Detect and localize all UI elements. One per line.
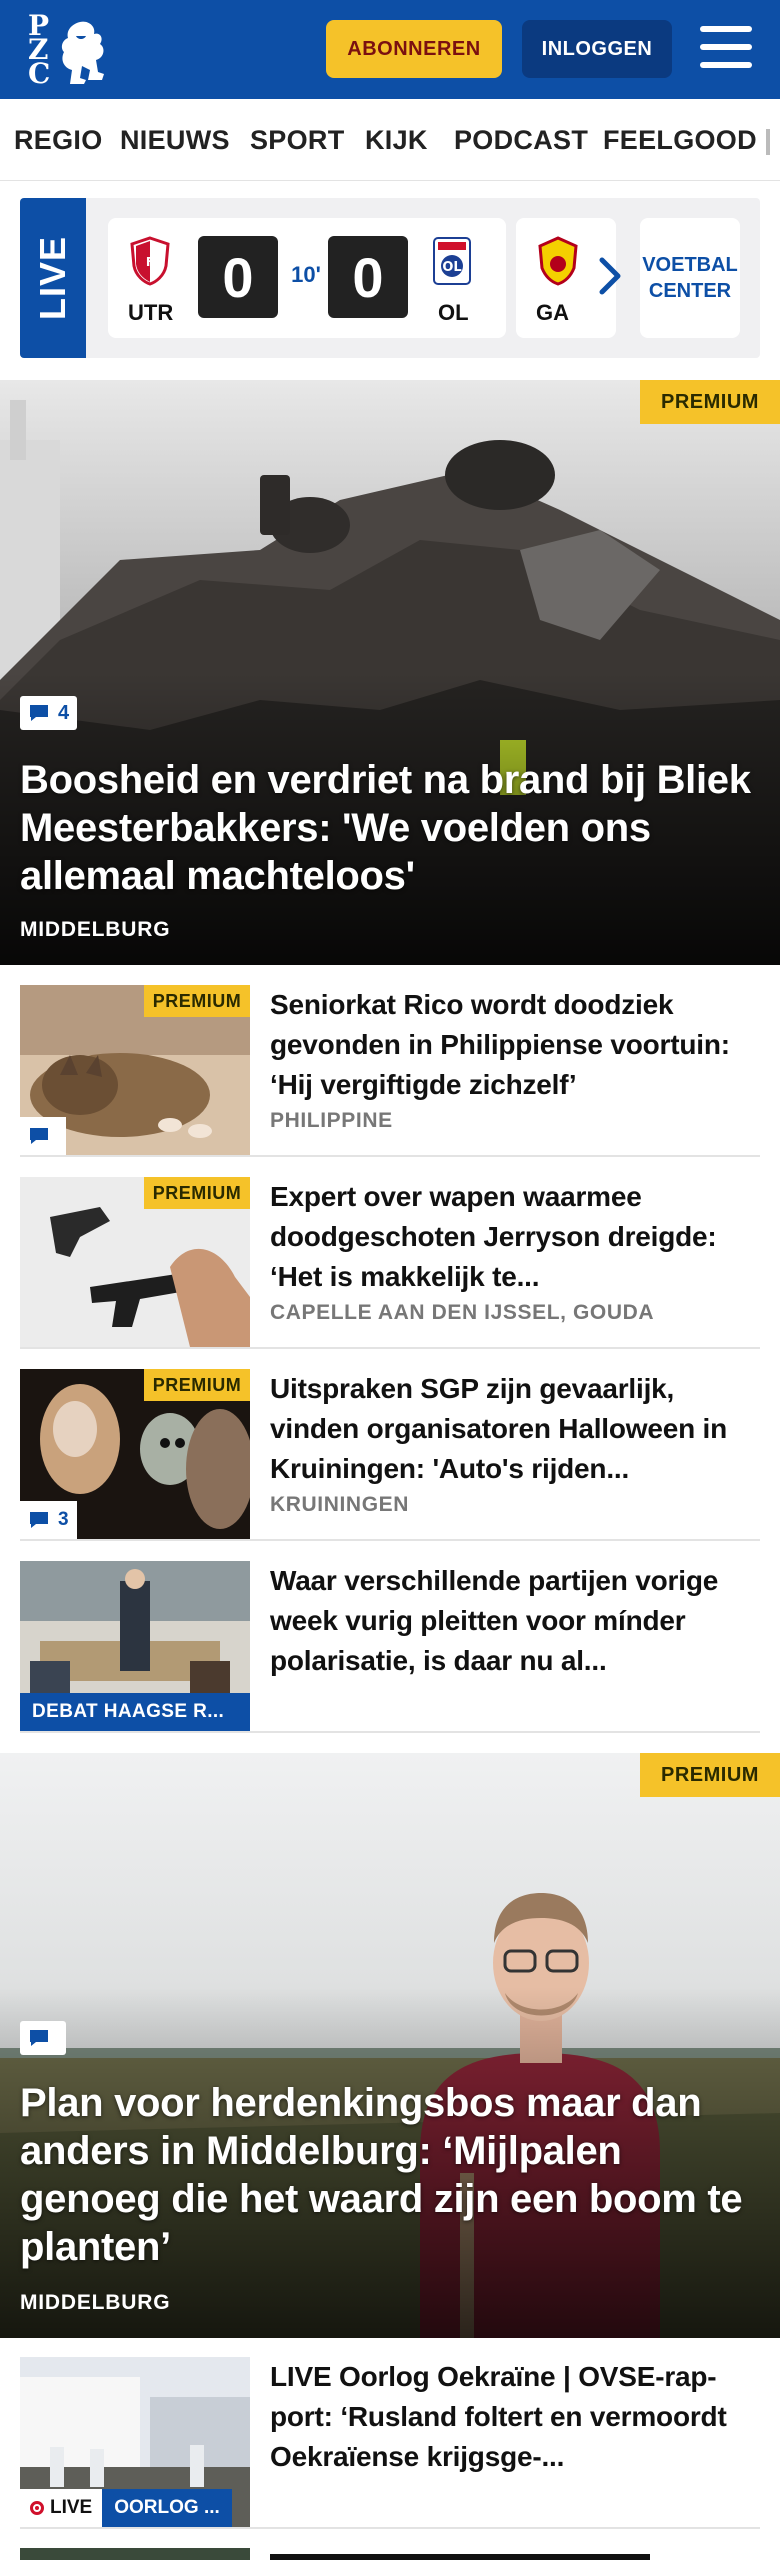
article-location: PHILIPPINE bbox=[270, 1109, 393, 1132]
live-tag: LIVE bbox=[20, 198, 86, 358]
article-thumbnail: DEBAT HAAGSE R... bbox=[20, 1561, 250, 1731]
nav-item-feelgood[interactable]: FEELGOOD bbox=[603, 125, 757, 156]
pzc-logo[interactable]: P Z C bbox=[28, 9, 110, 90]
premium-badge: PREMIUM bbox=[640, 1753, 780, 1797]
article-title[interactable]: Waar verschillende partijen vorige week … bbox=[270, 1561, 760, 1681]
article-location: KRUININGEN bbox=[270, 1493, 410, 1516]
next-article-thumbnail bbox=[20, 2548, 250, 2560]
fc-utrecht-crest-icon: F bbox=[130, 236, 170, 286]
home-team-name: UTR bbox=[128, 300, 174, 325]
subscribe-button[interactable]: ABONNEREN bbox=[326, 20, 502, 78]
nav-item-podcast[interactable]: PODCAST bbox=[454, 125, 588, 156]
premium-badge: PREMIUM bbox=[144, 985, 250, 1017]
article-thumbnail: PREMIUM bbox=[20, 985, 250, 1155]
top-bar: P Z C ABONNEREN INLOGGEN bbox=[0, 0, 780, 99]
section-nav: REGIO NIEUWS SPORT KIJK PODCAST FEELGOOD bbox=[0, 99, 780, 181]
article-title[interactable]: Expert over wapen waarmee doodgeschoten … bbox=[270, 1177, 760, 1297]
list-item[interactable]: PREMIUM Expert over wapen waarmee doodge… bbox=[20, 1177, 760, 1349]
comment-icon bbox=[30, 1512, 48, 1528]
list-item[interactable]: LIVE OORLOG ... LIVE Oorlog Oekraïne | O… bbox=[20, 2357, 760, 2529]
nav-overflow-divider bbox=[766, 129, 770, 155]
comment-count[interactable]: 3 bbox=[20, 1501, 77, 1539]
premium-badge: PREMIUM bbox=[144, 1369, 250, 1401]
article-title[interactable]: LIVE Oorlog Oekraïne | OVSE-rap-port: ‘R… bbox=[270, 2357, 760, 2477]
nav-item-kijk[interactable]: KIJK bbox=[365, 125, 428, 156]
hero-location: MIDDELBURG bbox=[20, 918, 171, 941]
comment-count[interactable]: 4 bbox=[20, 696, 78, 730]
comment-icon bbox=[30, 705, 48, 721]
live-dot-icon bbox=[30, 2501, 44, 2515]
svg-text:OL: OL bbox=[442, 260, 461, 275]
premium-badge: PREMIUM bbox=[640, 380, 780, 424]
logo-letters: P Z C bbox=[28, 9, 51, 90]
list-item[interactable]: PREMIUM Seniorkat Rico wordt doodziek ge… bbox=[20, 985, 760, 1157]
match-minute: 10' bbox=[291, 262, 321, 287]
lion-icon bbox=[61, 21, 104, 84]
comment-count[interactable] bbox=[20, 2021, 66, 2055]
next-article-title-cutoff[interactable] bbox=[270, 2548, 650, 2560]
hero-article-1[interactable]: PREMIUM 4 Boosheid en verdriet na brand … bbox=[0, 380, 780, 965]
live-match-card[interactable]: F UTR 0 10' 0 OL OL bbox=[108, 218, 506, 338]
category-label: DEBAT HAAGSE R... bbox=[20, 1693, 250, 1731]
premium-badge: PREMIUM bbox=[144, 1177, 250, 1209]
next-team-name: GA bbox=[536, 300, 569, 325]
article-thumbnail: LIVE OORLOG ... bbox=[20, 2357, 250, 2527]
list-item[interactable]: PREMIUM 3 Uitspraken SGP zijn gevaarlijk… bbox=[20, 1369, 760, 1541]
comment-count[interactable] bbox=[20, 1117, 66, 1155]
article-thumbnail: PREMIUM bbox=[20, 1177, 250, 1347]
nav-item-regio[interactable]: REGIO bbox=[14, 125, 103, 156]
go-ahead-crest-icon bbox=[538, 236, 578, 286]
away-team-name: OL bbox=[438, 300, 469, 325]
article-location: CAPELLE AAN DEN IJSSEL, GOUDA bbox=[270, 1301, 655, 1324]
comment-icon bbox=[30, 2030, 48, 2046]
nav-item-sport[interactable]: SPORT bbox=[250, 125, 345, 156]
comment-icon bbox=[30, 1128, 48, 1144]
home-score: 0 bbox=[198, 236, 278, 318]
svg-text:F: F bbox=[146, 255, 154, 269]
login-button[interactable]: INLOGGEN bbox=[522, 20, 672, 78]
live-scoreboard: LIVE F UTR 0 10' 0 OL OL GA VOETBAL CENT… bbox=[20, 198, 760, 358]
hero-location: MIDDELBURG bbox=[20, 2291, 171, 2314]
article-thumbnail: PREMIUM 3 bbox=[20, 1369, 250, 1539]
hero-article-2[interactable]: PREMIUM Plan voor herdenkingsbos maar da… bbox=[0, 1753, 780, 2338]
article-title[interactable]: Seniorkat Rico wordt doodziek gevonden i… bbox=[270, 985, 760, 1105]
live-chip: LIVE OORLOG ... bbox=[20, 2489, 232, 2527]
menu-icon[interactable] bbox=[700, 26, 752, 72]
chevron-right-icon[interactable] bbox=[598, 254, 622, 298]
list-item[interactable]: DEBAT HAAGSE R... Waar verschillende par… bbox=[20, 1561, 760, 1733]
voetbal-center-link[interactable]: VOETBAL CENTER bbox=[640, 218, 740, 338]
hero-title[interactable]: Boosheid en verdriet na brand bij Bliek … bbox=[20, 756, 765, 900]
article-title[interactable]: Uitspraken SGP zijn gevaarlijk, vinden o… bbox=[270, 1369, 760, 1489]
away-score: 0 bbox=[328, 236, 408, 318]
hero-title[interactable]: Plan voor herdenkingsbos maar dan anders… bbox=[20, 2079, 765, 2271]
nav-item-nieuws[interactable]: NIEUWS bbox=[120, 125, 230, 156]
olympique-lyon-crest-icon: OL bbox=[433, 237, 471, 285]
